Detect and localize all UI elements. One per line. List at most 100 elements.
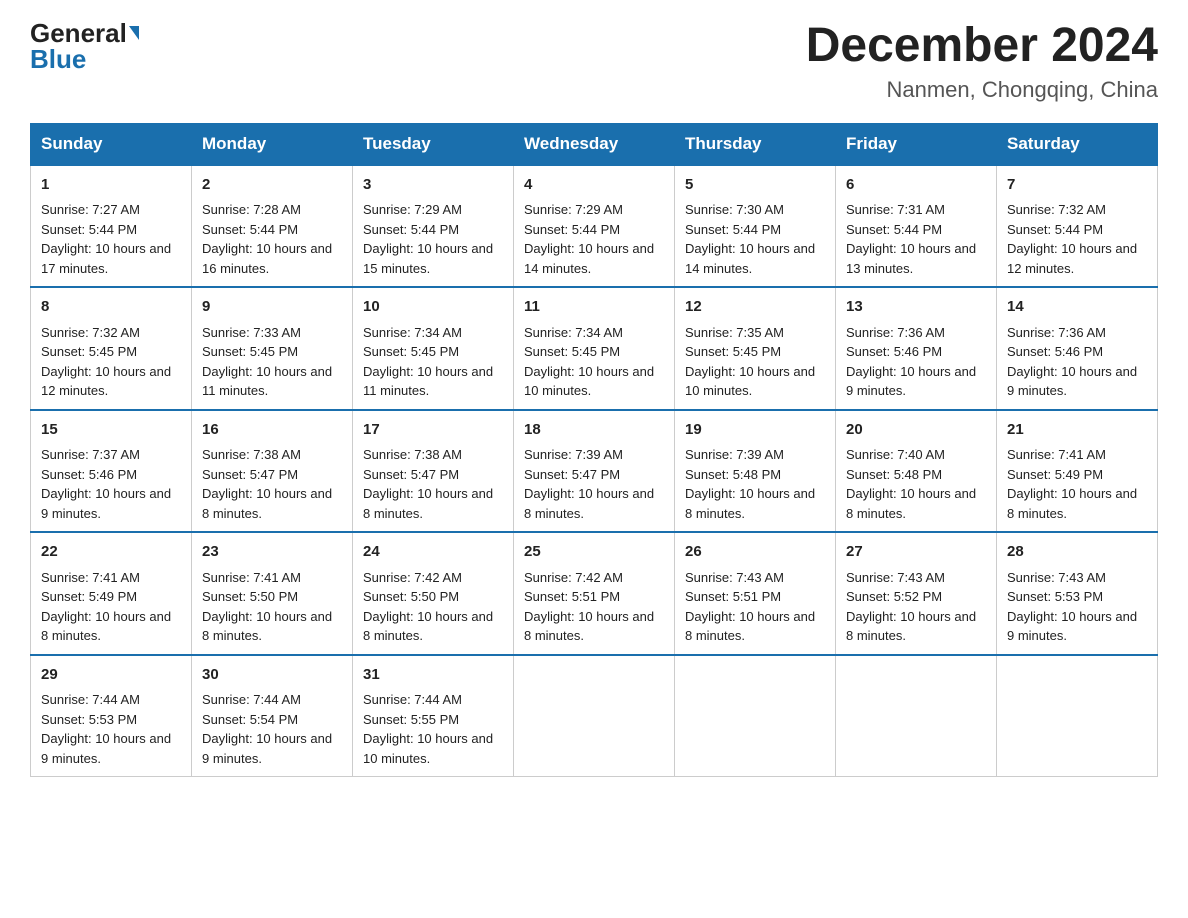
day-cell-13: 13Sunrise: 7:36 AMSunset: 5:46 PMDayligh…: [836, 287, 997, 410]
daylight-text: Daylight: 10 hours and 8 minutes.: [202, 609, 332, 644]
day-cell-9: 9Sunrise: 7:33 AMSunset: 5:45 PMDaylight…: [192, 287, 353, 410]
daylight-text: Daylight: 10 hours and 10 minutes.: [685, 364, 815, 399]
day-number: 21: [1007, 419, 1147, 442]
day-number: 11: [524, 296, 664, 319]
daylight-text: Daylight: 10 hours and 8 minutes.: [1007, 486, 1137, 521]
sunrise-text: Sunrise: 7:31 AM: [846, 202, 945, 217]
sunset-text: Sunset: 5:44 PM: [202, 222, 298, 237]
day-cell-3: 3Sunrise: 7:29 AMSunset: 5:44 PMDaylight…: [353, 165, 514, 288]
day-cell-2: 2Sunrise: 7:28 AMSunset: 5:44 PMDaylight…: [192, 165, 353, 288]
sunset-text: Sunset: 5:47 PM: [202, 467, 298, 482]
day-number: 18: [524, 419, 664, 442]
daylight-text: Daylight: 10 hours and 12 minutes.: [41, 364, 171, 399]
sunrise-text: Sunrise: 7:36 AM: [1007, 325, 1106, 340]
daylight-text: Daylight: 10 hours and 11 minutes.: [202, 364, 332, 399]
day-number: 23: [202, 541, 342, 564]
day-cell-7: 7 Sunrise: 7:32 AM Sunset: 5:44 PM Daylight…: [997, 165, 1158, 288]
sunrise-text: Sunrise: 7:44 AM: [41, 692, 140, 707]
day-number: 29: [41, 664, 181, 687]
day-number: 14: [1007, 296, 1147, 319]
daylight-text: Daylight: 10 hours and 8 minutes.: [41, 609, 171, 644]
day-cell-24: 24Sunrise: 7:42 AMSunset: 5:50 PMDayligh…: [353, 532, 514, 655]
sunrise-text: Sunrise: 7:33 AM: [202, 325, 301, 340]
sunrise-text: Sunrise: 7:42 AM: [363, 570, 462, 585]
day-cell-22: 22Sunrise: 7:41 AMSunset: 5:49 PMDayligh…: [31, 532, 192, 655]
day-cell-6: 6Sunrise: 7:31 AMSunset: 5:44 PMDaylight…: [836, 165, 997, 288]
sunset-text: Sunset: 5:52 PM: [846, 589, 942, 604]
daylight-text: Daylight: 10 hours and 8 minutes.: [846, 609, 976, 644]
column-header-sunday: Sunday: [31, 123, 192, 165]
day-cell-29: 29Sunrise: 7:44 AMSunset: 5:53 PMDayligh…: [31, 655, 192, 777]
daylight-text: Daylight: 10 hours and 13 minutes.: [846, 241, 976, 276]
sunset-text: Sunset: 5:51 PM: [685, 589, 781, 604]
sunset-text: Sunset: 5:48 PM: [685, 467, 781, 482]
day-cell-19: 19Sunrise: 7:39 AMSunset: 5:48 PMDayligh…: [675, 410, 836, 533]
day-number: 22: [41, 541, 181, 564]
daylight-text: Daylight: 10 hours and 9 minutes.: [41, 731, 171, 766]
daylight-text: Daylight: 10 hours and 12 minutes.: [1007, 241, 1137, 276]
day-number: 4: [524, 174, 664, 197]
day-number: 20: [846, 419, 986, 442]
day-number: 28: [1007, 541, 1147, 564]
sunset-text: Sunset: 5:44 PM: [685, 222, 781, 237]
sunrise-text: Sunrise: 7:28 AM: [202, 202, 301, 217]
calendar-header-row: SundayMondayTuesdayWednesdayThursdayFrid…: [31, 123, 1158, 165]
column-header-friday: Friday: [836, 123, 997, 165]
sunset-text: Sunset: 5:51 PM: [524, 589, 620, 604]
day-number: 30: [202, 664, 342, 687]
sunrise-text: Sunrise: 7:38 AM: [202, 447, 301, 462]
sunrise-text: Sunrise: 7:38 AM: [363, 447, 462, 462]
daylight-text: Daylight: 10 hours and 15 minutes.: [363, 241, 493, 276]
day-cell-4: 4Sunrise: 7:29 AMSunset: 5:44 PMDaylight…: [514, 165, 675, 288]
sunrise-text: Sunrise: 7:29 AM: [363, 202, 462, 217]
day-number: 31: [363, 664, 503, 687]
sunset-text: Sunset: 5:46 PM: [1007, 344, 1103, 359]
sunset-text: Sunset: 5:45 PM: [202, 344, 298, 359]
column-header-tuesday: Tuesday: [353, 123, 514, 165]
sunset-text: Sunset: 5:44 PM: [1007, 222, 1103, 237]
day-cell-27: 27Sunrise: 7:43 AMSunset: 5:52 PMDayligh…: [836, 532, 997, 655]
sunrise-text: Sunrise: 7:30 AM: [685, 202, 784, 217]
day-number: 13: [846, 296, 986, 319]
day-cell-16: 16Sunrise: 7:38 AMSunset: 5:47 PMDayligh…: [192, 410, 353, 533]
calendar-table: SundayMondayTuesdayWednesdayThursdayFrid…: [30, 123, 1158, 778]
day-number: 25: [524, 541, 664, 564]
daylight-text: Daylight: 10 hours and 8 minutes.: [363, 609, 493, 644]
day-number: 17: [363, 419, 503, 442]
sunset-text: Sunset: 5:45 PM: [363, 344, 459, 359]
sunrise-text: Sunrise: 7:42 AM: [524, 570, 623, 585]
daylight-text: Daylight: 10 hours and 8 minutes.: [363, 486, 493, 521]
sunrise-text: Sunrise: 7:37 AM: [41, 447, 140, 462]
sunset-text: Sunset: 5:45 PM: [524, 344, 620, 359]
day-cell-11: 11 Sunrise: 7:34 AM Sunset: 5:45 PM Dayligh…: [514, 287, 675, 410]
week-row-5: 29Sunrise: 7:44 AMSunset: 5:53 PMDayligh…: [31, 655, 1158, 777]
column-header-monday: Monday: [192, 123, 353, 165]
title-block: December 2024 Nanmen, Chongqing, China: [806, 20, 1158, 103]
day-number: 7: [1007, 174, 1147, 197]
sunrise-text: Sunrise: 7:34 AM: [524, 325, 623, 340]
sunrise-text: Sunrise: 7:32 AM: [41, 325, 140, 340]
sunset-text: Sunset: 5:54 PM: [202, 712, 298, 727]
daylight-text: Daylight: 10 hours and 8 minutes.: [846, 486, 976, 521]
day-number: 24: [363, 541, 503, 564]
sunrise-text: Sunrise: 7:32 AM: [1007, 202, 1106, 217]
sunset-text: Sunset: 5:44 PM: [846, 222, 942, 237]
day-number: 26: [685, 541, 825, 564]
daylight-text: Daylight: 10 hours and 10 minutes.: [524, 364, 654, 399]
day-number: 8: [41, 296, 181, 319]
day-cell-18: 18Sunrise: 7:39 AMSunset: 5:47 PMDayligh…: [514, 410, 675, 533]
day-number: 5: [685, 174, 825, 197]
logo-triangle-icon: [129, 26, 139, 40]
sunset-text: Sunset: 5:45 PM: [685, 344, 781, 359]
sunrise-text: Sunrise: 7:44 AM: [202, 692, 301, 707]
daylight-text: Daylight: 10 hours and 8 minutes.: [685, 486, 815, 521]
page-header: General Blue December 2024 Nanmen, Chong…: [30, 20, 1158, 103]
sunrise-text: Sunrise: 7:43 AM: [685, 570, 784, 585]
week-row-1: 1Sunrise: 7:27 AMSunset: 5:44 PMDaylight…: [31, 165, 1158, 288]
day-cell-14: 14Sunrise: 7:36 AMSunset: 5:46 PMDayligh…: [997, 287, 1158, 410]
empty-cell: [836, 655, 997, 777]
sunrise-text: Sunrise: 7:29 AM: [524, 202, 623, 217]
sunset-text: Sunset: 5:47 PM: [524, 467, 620, 482]
day-number: 12: [685, 296, 825, 319]
column-header-wednesday: Wednesday: [514, 123, 675, 165]
